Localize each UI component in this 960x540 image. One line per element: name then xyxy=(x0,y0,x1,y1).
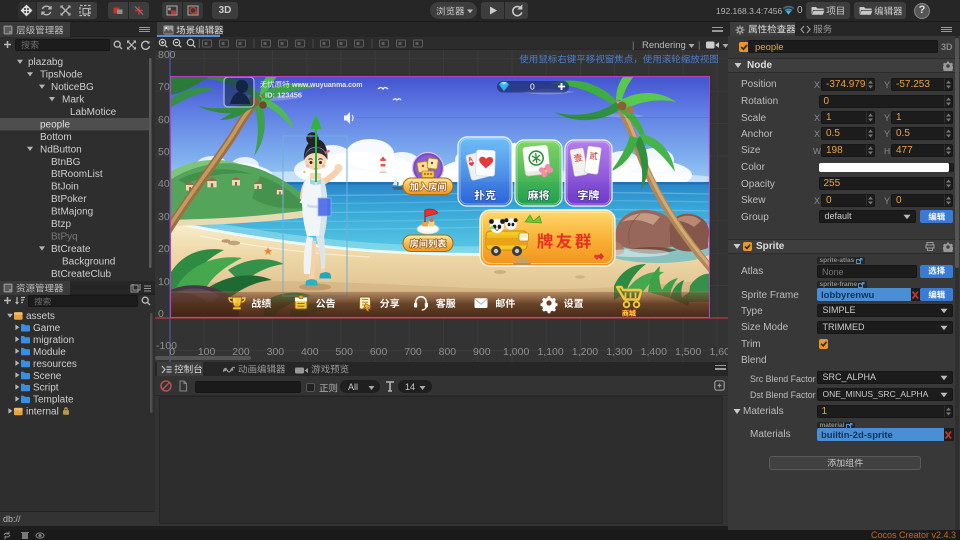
svg-text:BtPoker: BtPoker xyxy=(51,194,87,205)
svg-text:Script: Script xyxy=(33,383,59,394)
svg-text:BtCreate: BtCreate xyxy=(51,244,91,255)
svg-text:0: 0 xyxy=(530,82,535,92)
svg-text:BtPyq: BtPyq xyxy=(51,232,78,243)
svg-text:Btzp: Btzp xyxy=(51,219,71,230)
svg-text:BtnBG: BtnBG xyxy=(51,157,81,168)
svg-text:migration: migration xyxy=(33,335,74,346)
svg-text:NdButton: NdButton xyxy=(40,144,82,155)
svg-text:ID: 123456: ID: 123456 xyxy=(265,91,302,100)
svg-text:BtMajong: BtMajong xyxy=(51,207,93,218)
svg-text:Mark: Mark xyxy=(62,95,85,106)
svg-text:resources: resources xyxy=(33,359,77,370)
svg-text:assets: assets xyxy=(26,311,55,322)
svg-text:NoticeBG: NoticeBG xyxy=(51,82,94,93)
svg-text:Module: Module xyxy=(33,347,66,358)
svg-text:plazabg: plazabg xyxy=(28,57,63,68)
svg-text:Template: Template xyxy=(33,395,74,406)
svg-text:www.wuyuanma.com: www.wuyuanma.com xyxy=(291,82,363,89)
svg-text:Scene: Scene xyxy=(33,371,62,382)
svg-text:Game: Game xyxy=(33,323,61,334)
svg-text:LabMotice: LabMotice xyxy=(70,107,117,118)
svg-text:BtRoomList: BtRoomList xyxy=(51,169,103,180)
svg-text:internal: internal xyxy=(26,407,59,418)
svg-text:TipsNode: TipsNode xyxy=(40,70,83,81)
svg-text:BtCreateClub: BtCreateClub xyxy=(51,269,111,280)
svg-text:Background: Background xyxy=(62,256,115,267)
svg-text:people: people xyxy=(40,120,70,131)
svg-text:BtJoin: BtJoin xyxy=(51,182,79,193)
svg-text:Bottom: Bottom xyxy=(40,132,72,143)
